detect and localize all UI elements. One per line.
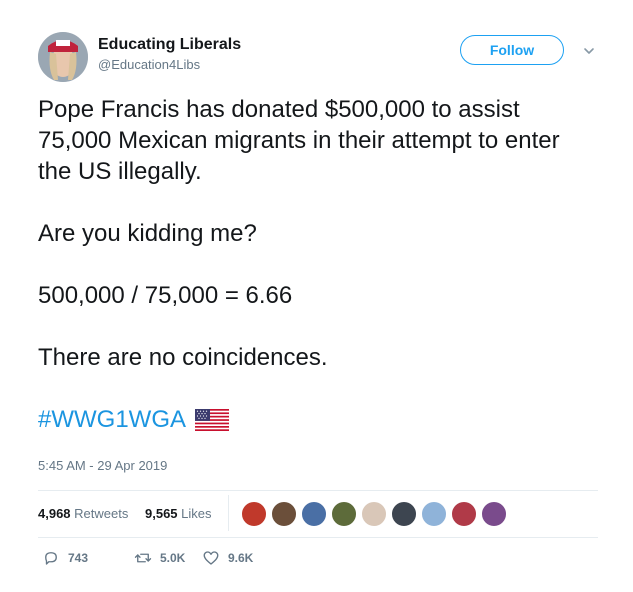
us-flag-icon [195, 408, 229, 431]
tweet-timestamp[interactable]: 5:45 AM - 29 Apr 2019 [38, 458, 167, 473]
reply-count: 743 [68, 551, 89, 565]
tweet-line: Pope Francis has donated $500,000 to ass… [38, 96, 560, 185]
liker-avatar[interactable] [301, 501, 327, 527]
reply-action[interactable]: 743 [42, 549, 88, 567]
stats-divider [228, 495, 229, 531]
like-action[interactable]: 9.6K [202, 549, 253, 567]
hashtag-link[interactable]: #WWG1WGA [38, 404, 186, 435]
liker-avatar[interactable] [331, 501, 357, 527]
likes-label: Likes [181, 506, 212, 521]
user-names: Educating Liberals @Education4Libs [98, 36, 241, 72]
user-handle[interactable]: @Education4Libs [98, 57, 241, 72]
retweets-label: Retweets [74, 506, 129, 521]
profile-avatar[interactable] [38, 32, 88, 82]
liker-avatar[interactable] [421, 501, 447, 527]
tweet-header: Educating Liberals @Education4Libs Follo… [38, 30, 608, 84]
retweets-count: 4,968 [38, 506, 71, 521]
follow-button[interactable]: Follow [460, 35, 564, 65]
likes-stat[interactable]: 9,565 Likes [145, 506, 212, 521]
retweet-count: 5.0K [160, 551, 186, 565]
tweet-actions: 743 5.0K 9.6K [38, 549, 598, 571]
display-name[interactable]: Educating Liberals [98, 36, 241, 54]
liker-avatar[interactable] [481, 501, 507, 527]
tweet-line: 500,000 / 75,000 = 6.66 [38, 282, 293, 309]
retweets-stat[interactable]: 4,968 Retweets [38, 506, 128, 521]
retweet-icon [134, 553, 152, 563]
retweet-action[interactable]: 5.0K [134, 549, 185, 567]
liker-avatar[interactable] [391, 501, 417, 527]
tweet-text: Pope Francis has donated $500,000 to ass… [38, 94, 598, 435]
heart-icon [203, 551, 219, 565]
engagement-stats: 4,968 Retweets 9,565 Likes [38, 490, 598, 538]
likes-count: 9,565 [145, 506, 178, 521]
chevron-down-icon[interactable] [582, 44, 596, 58]
like-count: 9.6K [228, 551, 254, 565]
liker-avatar[interactable] [361, 501, 387, 527]
tweet-line: Are you kidding me? [38, 220, 257, 247]
hashtag-row: #WWG1WGA [38, 404, 598, 435]
liker-avatar[interactable] [271, 501, 297, 527]
liker-avatar[interactable] [451, 501, 477, 527]
reply-icon [45, 552, 57, 565]
liker-avatar[interactable] [241, 501, 267, 527]
tweet-line: There are no coincidences. [38, 344, 328, 371]
